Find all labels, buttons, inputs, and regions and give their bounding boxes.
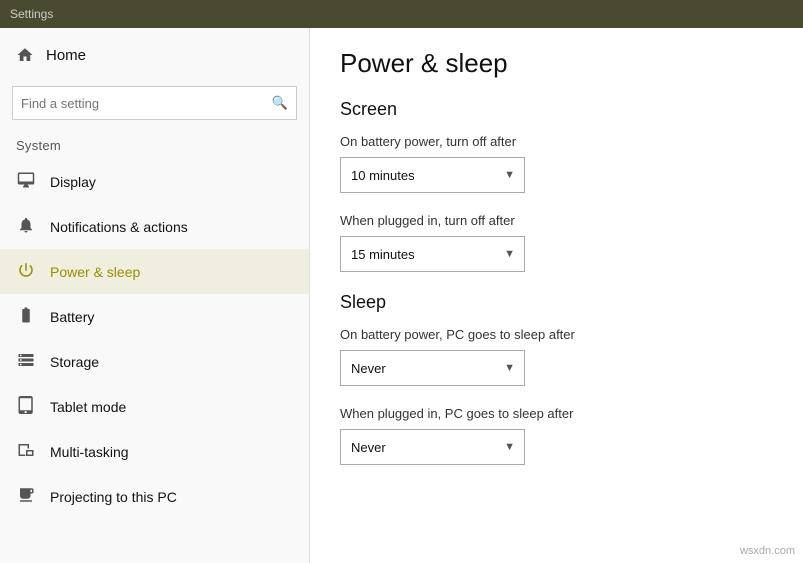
screen-battery-label: On battery power, turn off after <box>340 134 763 149</box>
system-label: System <box>0 132 309 159</box>
home-icon <box>16 46 34 64</box>
screen-plugged-select[interactable]: 15 minutes 1 minute 2 minutes 3 minutes … <box>340 236 525 272</box>
home-button[interactable]: Home <box>0 28 309 82</box>
screen-section-title: Screen <box>340 99 763 120</box>
search-input[interactable] <box>21 96 272 111</box>
sidebar-item-power[interactable]: Power & sleep <box>0 249 309 294</box>
sidebar-item-battery[interactable]: Battery <box>0 294 309 339</box>
sidebar-item-display[interactable]: Display <box>0 159 309 204</box>
sleep-section: Sleep On battery power, PC goes to sleep… <box>340 292 763 465</box>
content-area: Power & sleep Screen On battery power, t… <box>310 28 803 563</box>
sidebar-item-projecting[interactable]: Projecting to this PC <box>0 474 309 519</box>
sleep-plugged-dropdown-wrapper: Never 1 minute 2 minutes 3 minutes 5 min… <box>340 429 525 465</box>
power-icon <box>16 261 36 282</box>
notifications-label: Notifications & actions <box>50 219 188 235</box>
sleep-battery-dropdown-wrapper: Never 1 minute 2 minutes 3 minutes 5 min… <box>340 350 525 386</box>
sleep-section-title: Sleep <box>340 292 763 313</box>
watermark: wsxdn.com <box>740 545 795 557</box>
storage-icon <box>16 351 36 372</box>
notifications-icon <box>16 216 36 237</box>
screen-battery-select[interactable]: 10 minutes 1 minute 2 minutes 3 minutes … <box>340 157 525 193</box>
projecting-icon <box>16 486 36 507</box>
storage-label: Storage <box>50 354 99 370</box>
screen-plugged-dropdown-wrapper: 15 minutes 1 minute 2 minutes 3 minutes … <box>340 236 525 272</box>
app-container: Home 🔍 System Display Notifications & ac… <box>0 28 803 563</box>
multitasking-icon <box>16 441 36 462</box>
sleep-battery-select[interactable]: Never 1 minute 2 minutes 3 minutes 5 min… <box>340 350 525 386</box>
projecting-label: Projecting to this PC <box>50 489 177 505</box>
sidebar-item-notifications[interactable]: Notifications & actions <box>0 204 309 249</box>
sleep-plugged-select[interactable]: Never 1 minute 2 minutes 3 minutes 5 min… <box>340 429 525 465</box>
tablet-icon <box>16 396 36 417</box>
sidebar-item-storage[interactable]: Storage <box>0 339 309 384</box>
screen-plugged-label: When plugged in, turn off after <box>340 213 763 228</box>
sidebar-item-tablet[interactable]: Tablet mode <box>0 384 309 429</box>
tablet-label: Tablet mode <box>50 399 126 415</box>
battery-label: Battery <box>50 309 94 325</box>
search-box[interactable]: 🔍 <box>12 86 297 120</box>
display-icon <box>16 171 36 192</box>
sleep-plugged-label: When plugged in, PC goes to sleep after <box>340 406 763 421</box>
display-label: Display <box>50 174 96 190</box>
home-label: Home <box>46 47 86 64</box>
title-bar: Settings <box>0 0 803 28</box>
sleep-battery-label: On battery power, PC goes to sleep after <box>340 327 763 342</box>
search-icon: 🔍 <box>272 95 288 111</box>
page-title: Power & sleep <box>340 48 763 79</box>
multitasking-label: Multi-tasking <box>50 444 129 460</box>
sidebar-item-multitasking[interactable]: Multi-tasking <box>0 429 309 474</box>
sidebar: Home 🔍 System Display Notifications & ac… <box>0 28 310 563</box>
battery-icon <box>16 306 36 327</box>
power-label: Power & sleep <box>50 264 140 280</box>
title-bar-label: Settings <box>10 7 53 21</box>
screen-battery-dropdown-wrapper: 10 minutes 1 minute 2 minutes 3 minutes … <box>340 157 525 193</box>
